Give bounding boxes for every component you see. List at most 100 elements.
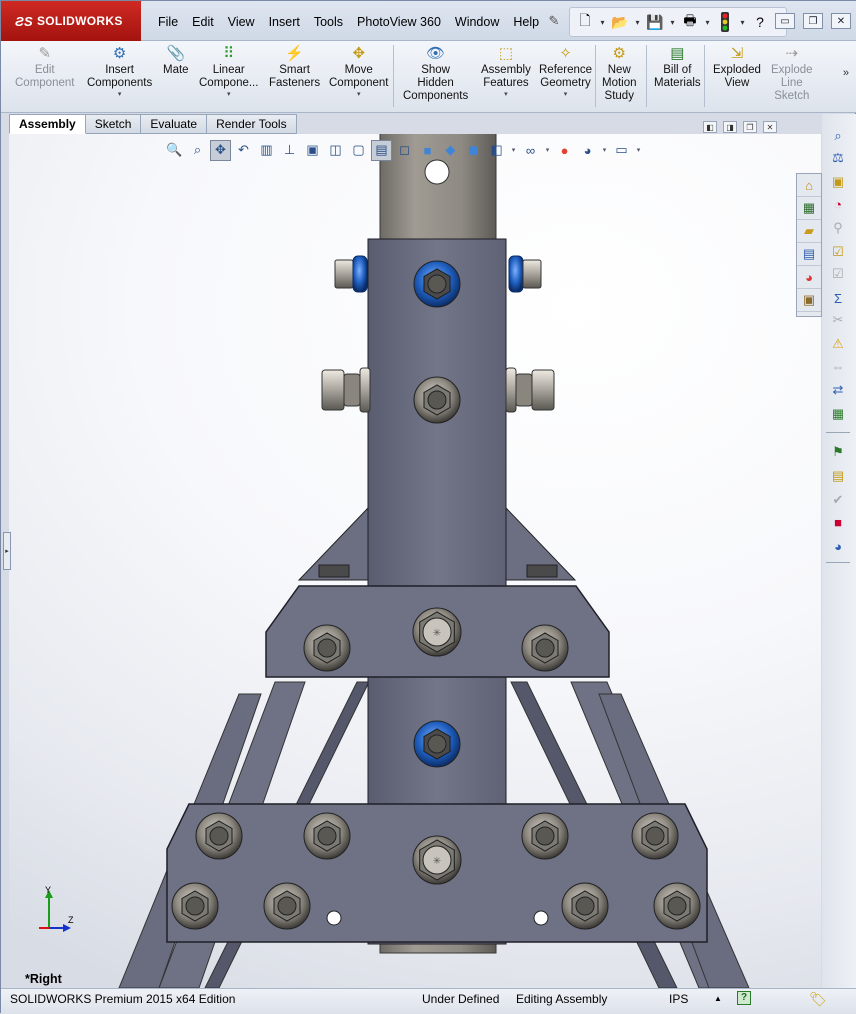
wireframe-icon[interactable]: ◻	[394, 140, 415, 161]
appearances-scenes-icon[interactable]: ◕	[797, 266, 821, 289]
graphics-area[interactable]: ✳ ✳ 🔍 ⌕ ✥ ↶ ▥ ⊥ ▣ ◫ ▢ ▤ ◻ ■ ◆ ◼ ◧ ▾ ∞ ▾ ● ◕…	[9, 134, 821, 988]
new-document-icon[interactable]: 🗋	[574, 11, 596, 33]
view-settings-icon[interactable]: ▭	[611, 140, 632, 161]
tab-assembly[interactable]: Assembly	[9, 114, 86, 134]
zoom-to-area-icon[interactable]: ⌕	[187, 140, 208, 161]
cube-view-icon[interactable]: ■	[417, 140, 438, 161]
open-folder-icon[interactable]: 📂	[609, 11, 631, 33]
move-component-dropdown-icon[interactable]: ▾	[357, 90, 361, 100]
minimize-button[interactable]: ▭	[775, 13, 795, 29]
shaded-icon[interactable]: ◫	[325, 140, 346, 161]
disabled-check-icon[interactable]: ☑	[826, 264, 850, 284]
pan-icon[interactable]: ✥	[210, 139, 231, 161]
display-style-icon[interactable]: ◧	[486, 140, 507, 161]
new-dropdown-icon[interactable]: ▾	[598, 18, 607, 27]
section-view-icon[interactable]: ▥	[256, 140, 277, 161]
units-caret-icon[interactable]: ▲	[714, 990, 722, 1008]
disabled-arrows-icon[interactable]: ⇔	[826, 356, 850, 376]
zoom-to-fit-icon[interactable]: 🔍	[164, 140, 185, 161]
menu-view[interactable]: View	[221, 13, 262, 31]
design-check-icon[interactable]: ⚑	[826, 442, 850, 462]
save-dropdown-icon[interactable]: ▾	[668, 18, 677, 27]
warning-icon[interactable]: ⚠	[826, 334, 850, 354]
show-hidden-button[interactable]: 👁 Show Hidden Components	[403, 43, 468, 103]
edit-appearance-icon[interactable]: ●	[554, 140, 575, 161]
menu-file[interactable]: File	[151, 13, 185, 31]
tile-left-icon[interactable]: ◧	[703, 121, 717, 133]
help-icon[interactable]: ?	[749, 11, 771, 33]
new-motion-study-button[interactable]: ⚙ New Motion Study	[602, 43, 637, 103]
file-explorer-icon[interactable]: ▰	[797, 220, 821, 243]
assembly-model[interactable]: ✳✳	[9, 134, 821, 988]
table-icon[interactable]: ▦	[826, 404, 850, 424]
check-icon[interactable]: ☑	[826, 242, 850, 262]
print-dropdown-icon[interactable]: ▾	[703, 18, 712, 27]
restore-button[interactable]: ❐	[803, 13, 823, 29]
linear-component-dropdown-icon[interactable]: ▾	[227, 90, 231, 100]
more-commands-icon[interactable]: »	[843, 67, 849, 79]
menu-window[interactable]: Window	[448, 13, 506, 31]
save-icon[interactable]: 💾	[644, 11, 666, 33]
reference-geometry-dropdown-icon[interactable]: ▾	[564, 90, 568, 100]
mass-properties-icon[interactable]: ⚖	[826, 148, 850, 168]
disabled-tool-icon[interactable]: ⚲	[826, 218, 850, 238]
previous-view-icon[interactable]: ↶	[233, 140, 254, 161]
apply-scene-icon[interactable]: ◕	[577, 140, 598, 161]
performance-icon[interactable]: ◔	[826, 194, 850, 214]
design-library-icon[interactable]: ▦	[797, 197, 821, 220]
disabled-wrench-icon[interactable]: ✂	[826, 310, 850, 330]
rebuild-icon[interactable]	[714, 11, 736, 33]
bill-of-materials-button[interactable]: ▤ Bill of Materials	[654, 43, 701, 90]
solidworks-resources-icon[interactable]: ⌂	[797, 174, 821, 197]
tab-render-tools[interactable]: Render Tools	[207, 114, 297, 134]
tab-sketch[interactable]: Sketch	[85, 114, 142, 134]
reference-geometry-button[interactable]: ✧ Reference Geometry ▾	[539, 43, 592, 100]
scene-dropdown-icon[interactable]: ▾	[600, 146, 609, 154]
quick-tips-icon[interactable]: ?	[737, 991, 751, 1005]
cube-blue-icon[interactable]: ◼	[463, 140, 484, 161]
linear-component-button[interactable]: ⠿ Linear Compone... ▾	[199, 43, 258, 100]
viewport-close-icon[interactable]: ✕	[763, 121, 777, 133]
rebuild-dropdown-icon[interactable]: ▾	[738, 18, 747, 27]
menu-insert[interactable]: Insert	[262, 13, 307, 31]
tile-right-icon[interactable]: ◨	[723, 121, 737, 133]
shaded-with-edges-icon[interactable]: ▣	[302, 140, 323, 161]
view-settings-dropdown-icon[interactable]: ▾	[634, 146, 643, 154]
pin-icon[interactable]: ✎	[545, 13, 563, 31]
open-dropdown-icon[interactable]: ▾	[633, 18, 642, 27]
tab-evaluate[interactable]: Evaluate	[141, 114, 208, 134]
close-button[interactable]: ✕	[831, 13, 851, 29]
menu-edit[interactable]: Edit	[185, 13, 221, 31]
hide-show-dropdown-icon[interactable]: ▾	[543, 146, 552, 154]
solidworks-logo[interactable]: ƧS SOLIDWORKS	[1, 1, 141, 41]
print-icon[interactable]: 🖶	[679, 11, 701, 33]
menu-photoview-360[interactable]: PhotoView 360	[350, 13, 448, 31]
viewport-restore-icon[interactable]: ❐	[743, 121, 757, 133]
section-properties-icon[interactable]: ▣	[826, 172, 850, 192]
assembly-features-button[interactable]: ⬚ Assembly Features ▾	[481, 43, 531, 100]
custom-properties-icon[interactable]: ▣	[797, 289, 821, 312]
disabled-ok-icon[interactable]: ✔	[826, 490, 850, 510]
menu-tools[interactable]: Tools	[307, 13, 350, 31]
color-icon[interactable]: ◕	[826, 536, 850, 556]
sum-icon[interactable]: Σ	[826, 288, 850, 308]
feature-manager-toggle[interactable]: ▸	[3, 532, 11, 570]
hidden-lines-visible-icon[interactable]: ▤	[371, 139, 392, 161]
exploded-view-button[interactable]: ⇲ Exploded View	[713, 43, 761, 90]
mate-button[interactable]: 📎 Mate	[163, 43, 189, 77]
menu-help[interactable]: Help	[506, 13, 546, 31]
compare-icon[interactable]: ⇄	[826, 380, 850, 400]
view-palette-icon[interactable]: ▤	[797, 243, 821, 266]
move-component-button[interactable]: ✥ Move Component ▾	[329, 43, 388, 100]
insert-components-dropdown-icon[interactable]: ▾	[118, 90, 122, 100]
hidden-lines-removed-icon[interactable]: ▢	[348, 140, 369, 161]
edit-component-button[interactable]: ✎ Edit Component	[15, 43, 74, 90]
assembly-features-dropdown-icon[interactable]: ▾	[504, 90, 508, 100]
cube-shaded-icon[interactable]: ◆	[440, 140, 461, 161]
units-label[interactable]: IPS	[669, 990, 688, 1008]
design-study-icon[interactable]: ▤	[826, 466, 850, 486]
display-style-dropdown-icon[interactable]: ▾	[509, 146, 518, 154]
hide-show-items-icon[interactable]: ∞	[520, 140, 541, 161]
explode-line-sketch-button[interactable]: ⇢ Explode Line Sketch	[771, 43, 813, 103]
view-orientation-icon[interactable]: ⊥	[279, 140, 300, 161]
